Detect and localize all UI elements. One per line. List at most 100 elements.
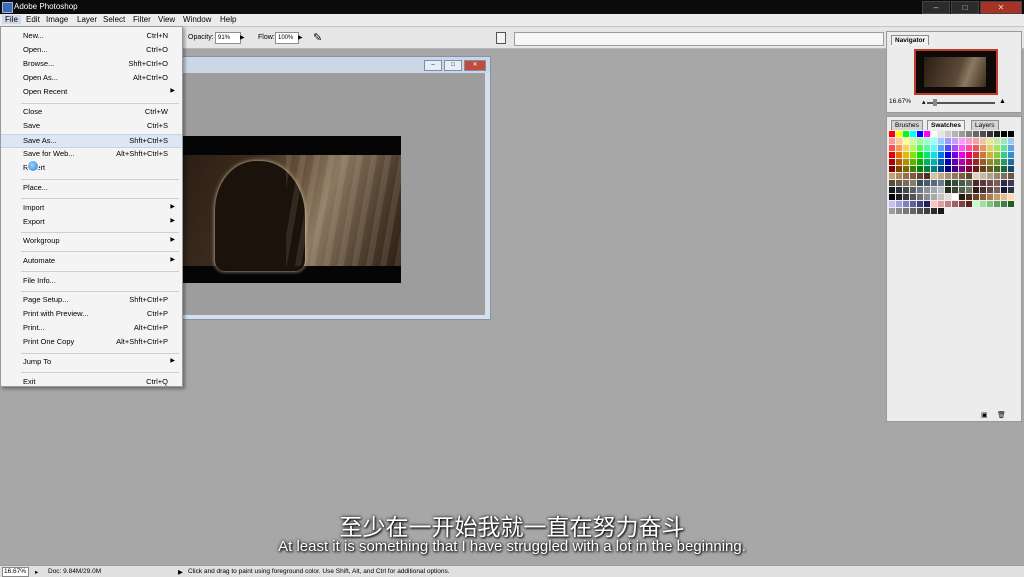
- color-swatch[interactable]: [994, 201, 1000, 207]
- color-swatch[interactable]: [945, 138, 951, 144]
- color-swatch[interactable]: [889, 201, 895, 207]
- color-swatch[interactable]: [903, 173, 909, 179]
- file-menu-item-import[interactable]: Import ▶: [1, 202, 182, 214]
- file-menu-item-exit[interactable]: Exit Ctrl+Q: [1, 376, 182, 388]
- color-swatch[interactable]: [910, 138, 916, 144]
- file-menu-item-page-setup[interactable]: Page Setup... Shft+Ctrl+P: [1, 294, 182, 306]
- color-swatch[interactable]: [917, 145, 923, 151]
- color-swatch[interactable]: [1001, 138, 1007, 144]
- color-swatch[interactable]: [931, 131, 937, 137]
- color-swatch[interactable]: [959, 145, 965, 151]
- color-swatch[interactable]: [973, 145, 979, 151]
- color-swatch[interactable]: [896, 145, 902, 151]
- color-swatch[interactable]: [903, 131, 909, 137]
- color-swatch[interactable]: [952, 145, 958, 151]
- color-swatch[interactable]: [994, 166, 1000, 172]
- color-swatch[interactable]: [994, 138, 1000, 144]
- color-swatch[interactable]: [945, 180, 951, 186]
- color-swatch[interactable]: [987, 201, 993, 207]
- color-swatch[interactable]: [966, 152, 972, 158]
- color-swatch[interactable]: [973, 166, 979, 172]
- tab-navigator[interactable]: Navigator: [891, 35, 929, 45]
- color-swatch[interactable]: [924, 166, 930, 172]
- color-swatch[interactable]: [973, 138, 979, 144]
- color-swatch[interactable]: [910, 194, 916, 200]
- color-swatch[interactable]: [1001, 194, 1007, 200]
- color-swatch[interactable]: [938, 131, 944, 137]
- color-swatch[interactable]: [896, 180, 902, 186]
- color-swatch[interactable]: [903, 201, 909, 207]
- color-swatch[interactable]: [910, 159, 916, 165]
- menu-select[interactable]: Select: [100, 15, 128, 24]
- color-swatch[interactable]: [945, 166, 951, 172]
- color-swatch[interactable]: [959, 152, 965, 158]
- color-swatch[interactable]: [966, 131, 972, 137]
- color-swatch[interactable]: [910, 131, 916, 137]
- color-swatch[interactable]: [924, 138, 930, 144]
- color-swatch[interactable]: [931, 159, 937, 165]
- color-swatch[interactable]: [924, 131, 930, 137]
- flow-arrow-icon[interactable]: ▶: [298, 34, 303, 41]
- file-menu-item-workgroup[interactable]: Workgroup ▶: [1, 235, 182, 247]
- color-swatch[interactable]: [931, 145, 937, 151]
- color-swatch[interactable]: [889, 194, 895, 200]
- color-swatch[interactable]: [924, 159, 930, 165]
- color-swatch[interactable]: [931, 201, 937, 207]
- color-swatch[interactable]: [959, 187, 965, 193]
- color-swatch[interactable]: [917, 187, 923, 193]
- color-swatch[interactable]: [917, 201, 923, 207]
- color-swatch[interactable]: [1008, 187, 1014, 193]
- color-swatch[interactable]: [896, 208, 902, 214]
- navigator-thumbnail[interactable]: [914, 49, 998, 95]
- color-swatch[interactable]: [952, 138, 958, 144]
- color-swatch[interactable]: [966, 173, 972, 179]
- color-swatch[interactable]: [931, 138, 937, 144]
- navigator-zoom-field[interactable]: 16.67%: [889, 98, 923, 107]
- color-swatch[interactable]: [1008, 180, 1014, 186]
- color-swatch[interactable]: [896, 201, 902, 207]
- swatch-grid[interactable]: [889, 131, 1015, 215]
- color-swatch[interactable]: [917, 173, 923, 179]
- color-swatch[interactable]: [896, 138, 902, 144]
- airbrush-icon[interactable]: ✎: [313, 31, 328, 44]
- color-swatch[interactable]: [1001, 180, 1007, 186]
- menu-window[interactable]: Window: [180, 15, 214, 24]
- color-swatch[interactable]: [980, 159, 986, 165]
- color-swatch[interactable]: [952, 159, 958, 165]
- color-swatch[interactable]: [952, 180, 958, 186]
- color-swatch[interactable]: [938, 201, 944, 207]
- color-swatch[interactable]: [959, 159, 965, 165]
- photo-image[interactable]: [181, 136, 401, 283]
- color-swatch[interactable]: [938, 145, 944, 151]
- color-swatch[interactable]: [924, 180, 930, 186]
- color-swatch[interactable]: [952, 187, 958, 193]
- color-swatch[interactable]: [952, 201, 958, 207]
- color-swatch[interactable]: [896, 194, 902, 200]
- color-swatch[interactable]: [903, 145, 909, 151]
- file-menu-item-export[interactable]: Export ▶: [1, 216, 182, 228]
- color-swatch[interactable]: [924, 201, 930, 207]
- color-swatch[interactable]: [889, 138, 895, 144]
- color-swatch[interactable]: [994, 159, 1000, 165]
- menu-filter[interactable]: Filter: [130, 15, 154, 24]
- color-swatch[interactable]: [931, 208, 937, 214]
- color-swatch[interactable]: [903, 166, 909, 172]
- color-swatch[interactable]: [959, 166, 965, 172]
- color-swatch[interactable]: [896, 152, 902, 158]
- color-swatch[interactable]: [980, 131, 986, 137]
- color-swatch[interactable]: [924, 152, 930, 158]
- menu-edit[interactable]: Edit: [23, 15, 43, 24]
- color-swatch[interactable]: [917, 152, 923, 158]
- color-swatch[interactable]: [938, 180, 944, 186]
- color-swatch[interactable]: [889, 166, 895, 172]
- color-swatch[interactable]: [945, 208, 951, 214]
- color-swatch[interactable]: [966, 201, 972, 207]
- document-canvas[interactable]: [181, 73, 485, 315]
- color-swatch[interactable]: [903, 159, 909, 165]
- color-swatch[interactable]: [980, 166, 986, 172]
- color-swatch[interactable]: [917, 208, 923, 214]
- color-swatch[interactable]: [910, 208, 916, 214]
- color-swatch[interactable]: [1001, 201, 1007, 207]
- color-swatch[interactable]: [973, 131, 979, 137]
- color-swatch[interactable]: [973, 180, 979, 186]
